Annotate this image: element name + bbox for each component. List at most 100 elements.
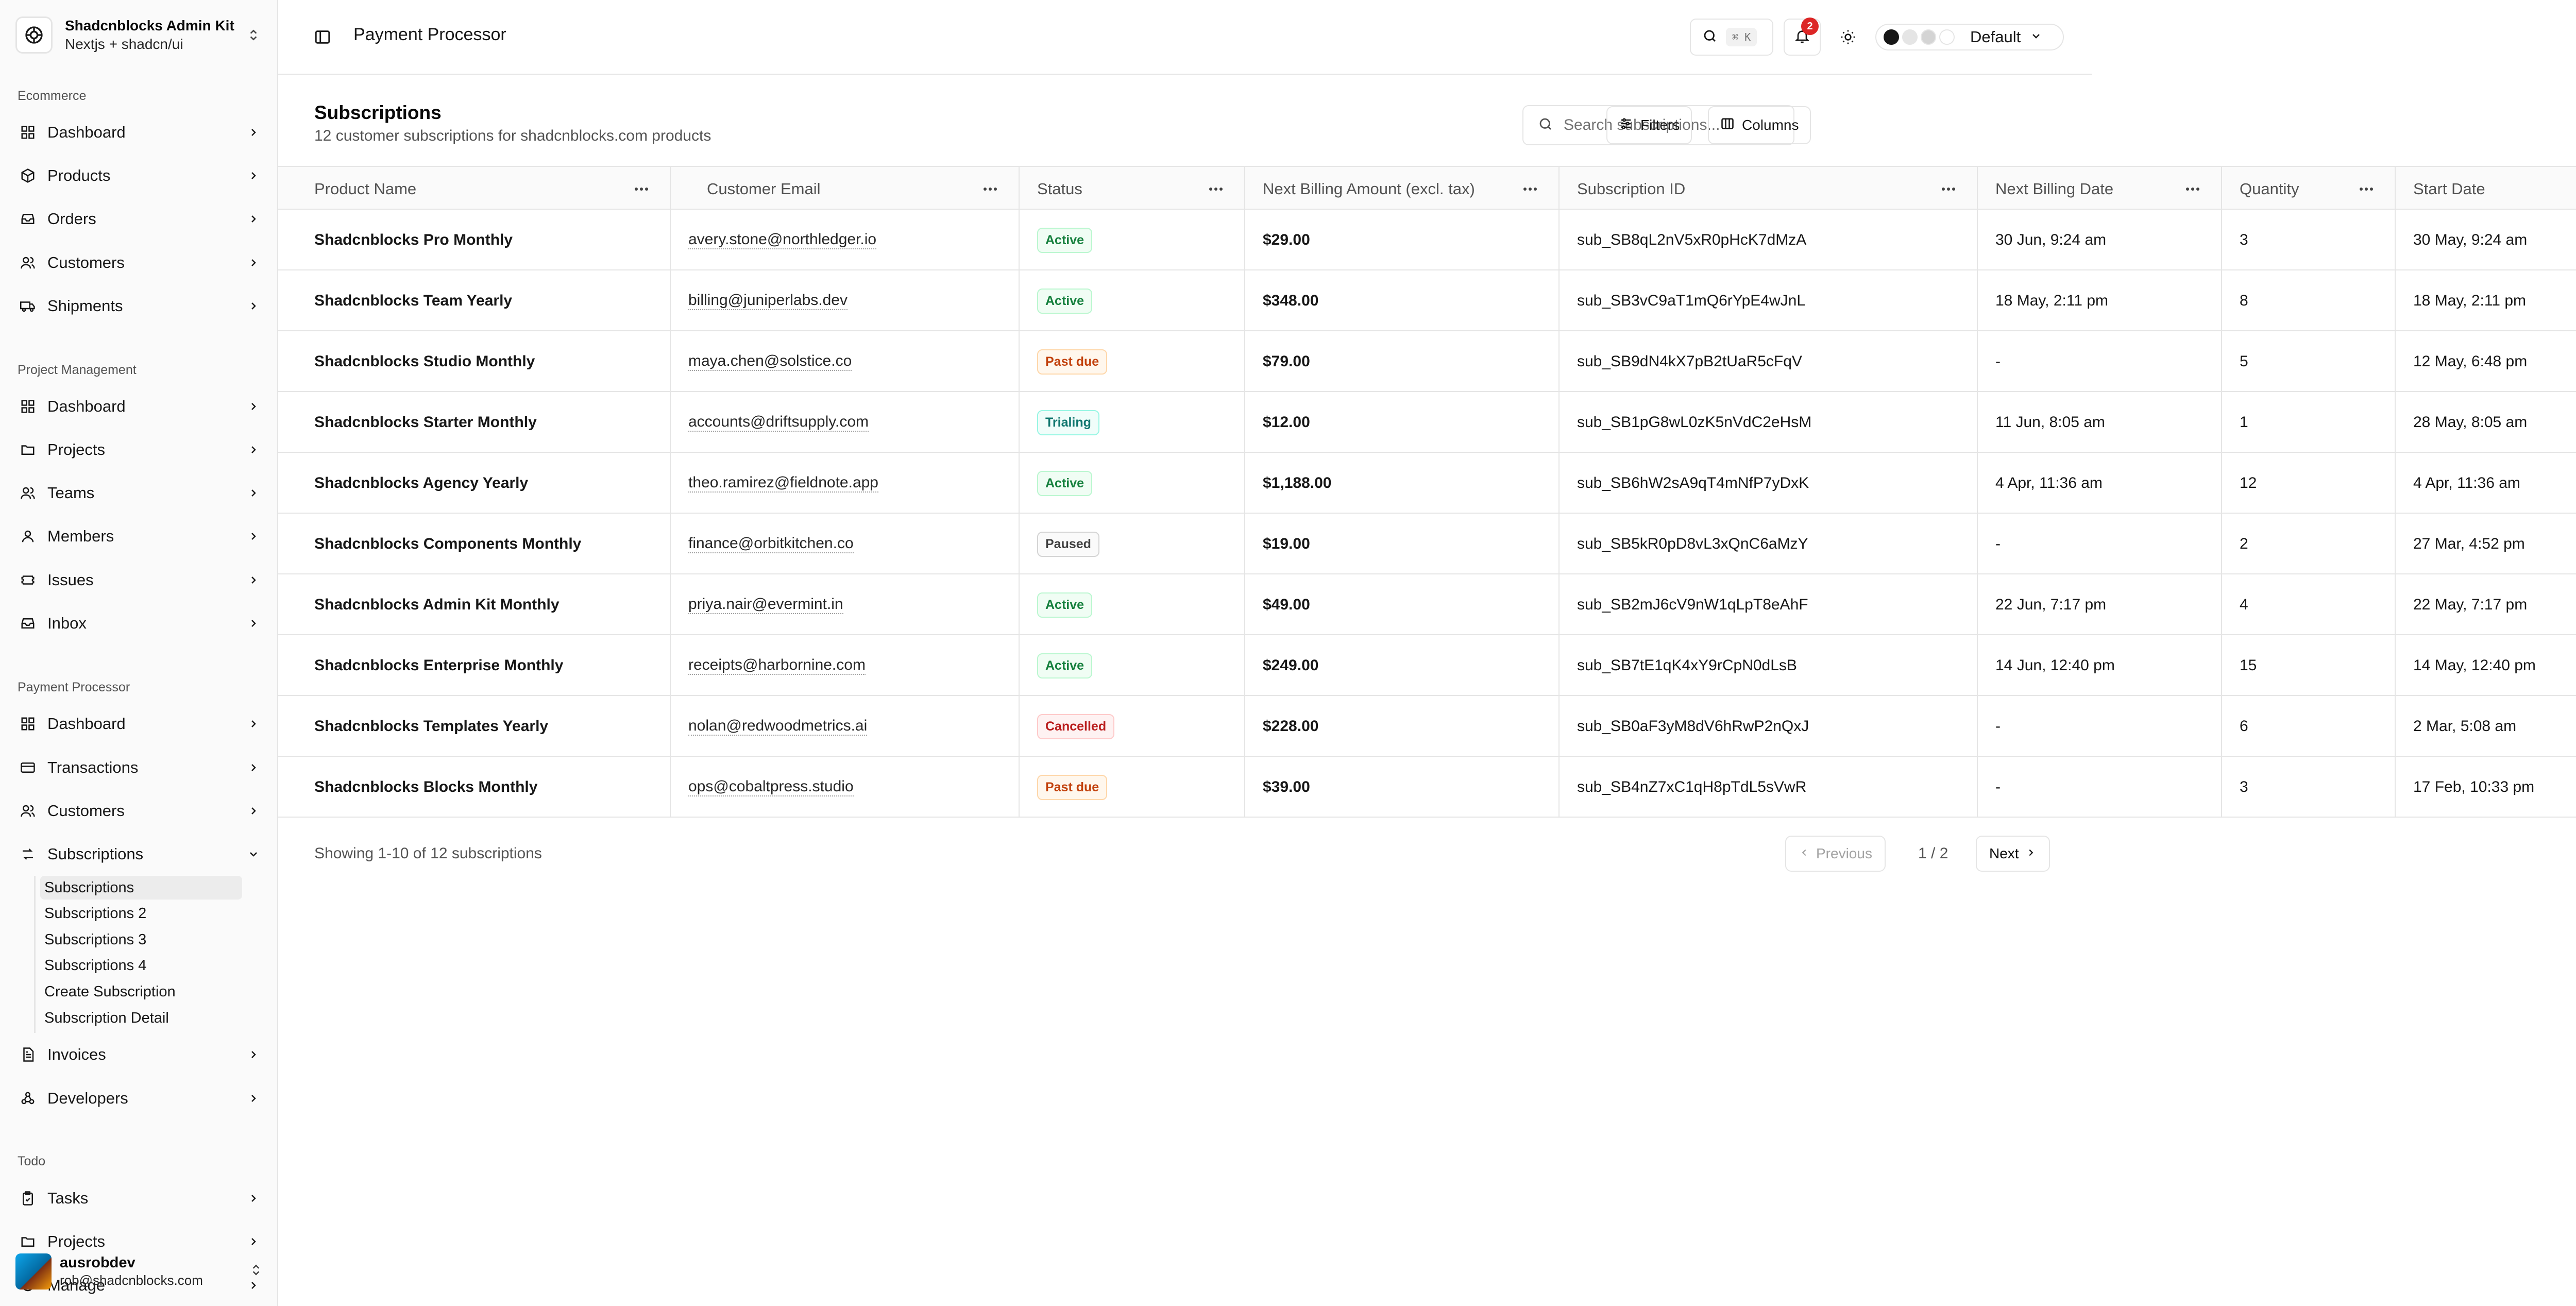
sidebar-item-tasks[interactable]: Tasks bbox=[15, 1180, 263, 1216]
sidebar-item-inbox[interactable]: Inbox bbox=[15, 605, 263, 641]
sidebar-item-label: Projects bbox=[47, 440, 105, 459]
customer-email-link[interactable]: priya.nair@evermint.in bbox=[688, 596, 843, 614]
table-row[interactable]: Shadcnblocks Agency Yearly theo.ramirez@f… bbox=[278, 453, 2576, 514]
table-row[interactable]: Shadcnblocks Studio Monthly maya.chen@sol… bbox=[278, 331, 2576, 392]
sidebar-item-pp-dashboard[interactable]: Dashboard bbox=[15, 706, 263, 742]
cell-text: $249.00 bbox=[1263, 657, 1319, 674]
table-row[interactable]: Shadcnblocks Team Yearly billing@juniperl… bbox=[278, 270, 2576, 331]
sidebar-item-issues[interactable]: Issues bbox=[15, 562, 263, 598]
cell-next-billing-date: - bbox=[1978, 696, 2222, 757]
table-row[interactable]: Shadcnblocks Starter Monthly accounts@dri… bbox=[278, 392, 2576, 453]
column-header-start-date[interactable]: Start Date bbox=[2396, 167, 2576, 211]
sidebar-item-developers[interactable]: Developers bbox=[15, 1080, 263, 1116]
customer-email-link[interactable]: nolan@redwoodmetrics.ai bbox=[688, 717, 868, 736]
cell-text: 17 Feb, 10:33 pm bbox=[2413, 778, 2535, 795]
cell-product-name: Shadcnblocks Starter Monthly bbox=[278, 392, 671, 453]
cell-text: $228.00 bbox=[1263, 718, 1319, 735]
sidebar-item-members[interactable]: Members bbox=[15, 518, 263, 554]
cell-status: Active bbox=[1020, 270, 1245, 331]
cell-start-date: 22 May, 7:17 pm bbox=[2396, 574, 2576, 635]
column-options-icon[interactable] bbox=[634, 181, 649, 197]
sidebar-item-pp-customers[interactable]: Customers bbox=[15, 793, 263, 829]
sidebar-item-subscriptions[interactable]: Subscriptions bbox=[15, 836, 263, 872]
filters-button[interactable]: Filters bbox=[1606, 106, 1692, 144]
table-body: Shadcnblocks Pro Monthly avery.stone@nort… bbox=[278, 210, 2576, 818]
sidebar-item-ecommerce-dashboard[interactable]: Dashboard bbox=[15, 114, 263, 150]
sidebar-subitem-create-subscription[interactable]: Create Subscription bbox=[40, 980, 242, 1004]
sidebar-subitem-subscription-detail[interactable]: Subscription Detail bbox=[40, 1006, 242, 1030]
column-header-quantity[interactable]: Quantity bbox=[2222, 167, 2396, 211]
user-menu[interactable]: ausrobdev rob@shadcnblocks.com bbox=[15, 1249, 263, 1293]
column-header-status[interactable]: Status bbox=[1020, 167, 1245, 211]
sidebar-item-teams[interactable]: Teams bbox=[15, 475, 263, 511]
customer-email-link[interactable]: receipts@harbornine.com bbox=[688, 656, 866, 675]
sidebar-subitem-subscriptions-2[interactable]: Subscriptions 2 bbox=[40, 902, 242, 925]
sun-icon[interactable] bbox=[1837, 26, 1859, 48]
column-header-customer-email[interactable]: Customer Email bbox=[671, 167, 1020, 211]
column-header-subscription-id[interactable]: Subscription ID bbox=[1560, 167, 1978, 211]
sidebar-item-label: Customers bbox=[47, 802, 125, 820]
chevron-right-icon bbox=[2025, 845, 2037, 862]
theme-palette-select[interactable]: Default bbox=[1875, 24, 2064, 50]
column-header-product-name[interactable]: Product Name bbox=[278, 167, 671, 211]
previous-page-button[interactable]: Previous bbox=[1785, 836, 1886, 872]
chevron-right-icon bbox=[244, 614, 263, 633]
sidebar-item-pm-dashboard[interactable]: Dashboard bbox=[15, 388, 263, 425]
sidebar-item-orders[interactable]: Orders bbox=[15, 201, 263, 237]
cell-text: 6 bbox=[2240, 718, 2248, 735]
customer-email-link[interactable]: theo.ramirez@fieldnote.app bbox=[688, 474, 878, 493]
customer-email-link[interactable]: maya.chen@solstice.co bbox=[688, 352, 852, 371]
sidebar-item-transactions[interactable]: Transactions bbox=[15, 750, 263, 786]
table-row[interactable]: Shadcnblocks Templates Yearly nolan@redwo… bbox=[278, 696, 2576, 757]
columns-button[interactable]: Columns bbox=[1708, 106, 1811, 144]
column-options-icon[interactable] bbox=[2359, 181, 2374, 197]
sidebar-item-ecommerce-customers[interactable]: Customers bbox=[15, 245, 263, 281]
sidebar-toggle-icon[interactable] bbox=[312, 27, 333, 47]
cell-text: sub_SB5kR0pD8vL3xQnC6aMzY bbox=[1577, 535, 1808, 552]
sidebar-subitem-subscriptions[interactable]: Subscriptions bbox=[40, 876, 242, 900]
customer-email-link[interactable]: billing@juniperlabs.dev bbox=[688, 292, 848, 310]
table-row[interactable]: Shadcnblocks Blocks Monthly ops@cobaltpre… bbox=[278, 757, 2576, 818]
dashboard-grid-icon bbox=[18, 122, 38, 143]
sidebar-subitem-subscriptions-4[interactable]: Subscriptions 4 bbox=[40, 954, 242, 977]
dashboard-grid-icon bbox=[18, 396, 38, 417]
cell-next-billing-date: 4 Apr, 11:36 am bbox=[1978, 453, 2222, 514]
table-row[interactable]: Shadcnblocks Enterprise Monthly receipts@… bbox=[278, 635, 2576, 696]
customer-email-link[interactable]: finance@orbitkitchen.co bbox=[688, 535, 854, 553]
cell-quantity: 8 bbox=[2222, 270, 2396, 331]
column-header-next-billing-amount[interactable]: Next Billing Amount (excl. tax) bbox=[1245, 167, 1560, 211]
column-options-icon[interactable] bbox=[1941, 181, 1956, 197]
notifications-button[interactable]: 2 bbox=[1784, 18, 1821, 56]
cell-text: 4 Apr, 11:36 am bbox=[1995, 474, 2103, 491]
sidebar-item-pm-projects[interactable]: Projects bbox=[15, 432, 263, 468]
chevron-left-icon bbox=[1799, 845, 1810, 862]
customer-email-link[interactable]: avery.stone@northledger.io bbox=[688, 231, 877, 249]
column-options-icon[interactable] bbox=[1208, 181, 1224, 197]
team-switcher[interactable]: Shadcnblocks Admin Kit Nextjs + shadcn/u… bbox=[15, 15, 263, 54]
table-row[interactable]: Shadcnblocks Pro Monthly avery.stone@nort… bbox=[278, 210, 2576, 270]
column-options-icon[interactable] bbox=[982, 181, 998, 197]
table-row[interactable]: Shadcnblocks Admin Kit Monthly priya.nair… bbox=[278, 574, 2576, 635]
column-options-icon[interactable] bbox=[2185, 181, 2200, 197]
page-header-title: Payment Processor bbox=[353, 25, 506, 44]
sidebar-item-products[interactable]: Products bbox=[15, 158, 263, 194]
cell-next-billing-amount: $19.00 bbox=[1245, 514, 1560, 574]
sidebar-item-shipments[interactable]: Shipments bbox=[15, 288, 263, 324]
cell-status: Paused bbox=[1020, 514, 1245, 574]
cell-start-date: 12 May, 6:48 pm bbox=[2396, 331, 2576, 392]
next-page-button[interactable]: Next bbox=[1976, 836, 2050, 872]
sidebar-subitem-subscriptions-3[interactable]: Subscriptions 3 bbox=[40, 928, 242, 952]
column-header-next-billing-date[interactable]: Next Billing Date bbox=[1978, 167, 2222, 211]
command-search-button[interactable]: ⌘ K bbox=[1690, 19, 1773, 56]
cell-next-billing-date: - bbox=[1978, 331, 2222, 392]
customer-email-link[interactable]: accounts@driftsupply.com bbox=[688, 413, 869, 432]
cell-next-billing-date: 30 Jun, 9:24 am bbox=[1978, 210, 2222, 270]
table-row[interactable]: Shadcnblocks Components Monthly finance@o… bbox=[278, 514, 2576, 574]
column-options-icon[interactable] bbox=[1522, 181, 1538, 197]
cell-quantity: 3 bbox=[2222, 757, 2396, 818]
cell-next-billing-date: - bbox=[1978, 514, 2222, 574]
customer-email-link[interactable]: ops@cobaltpress.studio bbox=[688, 778, 854, 796]
sidebar-item-invoices[interactable]: Invoices bbox=[15, 1037, 263, 1073]
chevron-right-icon bbox=[244, 1232, 263, 1251]
cell-next-billing-date: 14 Jun, 12:40 pm bbox=[1978, 635, 2222, 696]
